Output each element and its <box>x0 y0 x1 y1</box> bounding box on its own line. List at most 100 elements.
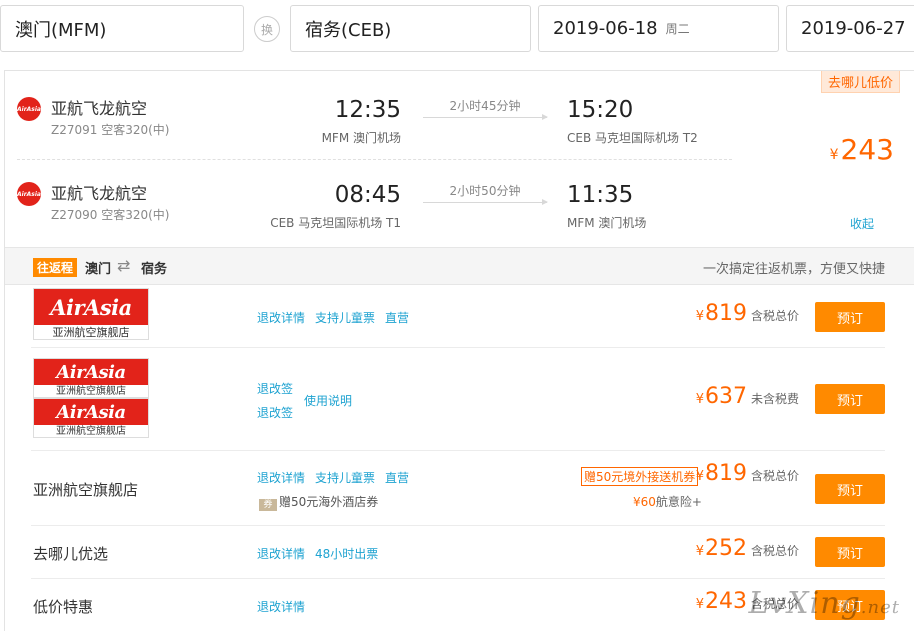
arrow-right-icon <box>423 114 548 120</box>
cheap-price-tag: 去哪儿低价 <box>820 71 900 93</box>
to-city-input[interactable]: 宿务(CEB) <box>290 5 531 52</box>
flight-number: Z27091 空客320(中) <box>51 123 170 137</box>
departure-airport: MFM 澳门机场 <box>321 131 401 145</box>
depart-date-value: 2019-06-18 <box>553 18 658 39</box>
departure-airport: CEB 马克坦国际机场 T1 <box>270 216 401 230</box>
hotel-coupon-text: 赠50元海外酒店券 <box>279 495 379 509</box>
roundtrip-to: 宿务 <box>141 262 168 277</box>
price-note: 含税总价 <box>750 469 799 483</box>
vendor-row: AirAsia 亚洲航空旗舰店 退改详情 支持儿童票 直营 ¥819 含税总价 预… <box>5 285 914 348</box>
arrival-airport: CEB 马克坦国际机场 T2 <box>567 131 698 145</box>
roundtrip-header: 往返程 澳门 ⇄ 宿务 一次搞定往返机票，方便又快捷 <box>5 247 914 285</box>
vendor-name[interactable]: 去哪儿优选 <box>33 543 108 564</box>
arrival-time: 11:35 <box>567 182 634 208</box>
flight-number: Z27090 空客320(中) <box>51 208 170 222</box>
vendor-name[interactable]: 低价特惠 <box>33 596 93 617</box>
refund-details-link[interactable]: 退改详情 <box>257 598 305 615</box>
currency-symbol: ¥ <box>695 597 704 612</box>
vendor-price: ¥252 含税总价 <box>696 536 799 561</box>
airline-name: 亚航飞龙航空 <box>51 99 148 118</box>
book-button[interactable]: 预订 <box>815 384 885 414</box>
search-bar: 澳门(MFM) 换 宿务(CEB) 2019-06-18 周二 2019-06-… <box>0 0 914 62</box>
child-ticket-link[interactable]: 支持儿童票 <box>315 309 375 326</box>
airline-name: 亚航飞龙航空 <box>51 184 148 203</box>
flight-summary: 去哪儿低价 AirAsia 亚航飞龙航空 Z27091 空客320(中) 12:… <box>5 71 914 247</box>
airasia-logo-text: AirAsia <box>34 399 148 425</box>
currency-symbol: ¥ <box>633 495 641 509</box>
airasia-store-logo: AirAsia 亚洲航空旗舰店 <box>33 398 149 438</box>
swap-icon: 换 <box>260 22 273 37</box>
refund-link[interactable]: 退改签 <box>257 404 293 421</box>
refund-details-link[interactable]: 退改详情 <box>257 469 305 486</box>
direct-sale-link[interactable]: 直营 <box>385 469 409 486</box>
collapse-link[interactable]: 收起 <box>850 215 874 232</box>
airasia-logo-text: AirAsia <box>34 359 148 385</box>
vendor-price-value: 819 <box>704 461 747 486</box>
from-city-value: 澳门(MFM) <box>15 19 107 41</box>
book-button[interactable]: 预订 <box>815 302 885 332</box>
hotel-coupon: 券赠50元海外酒店券 <box>259 493 378 511</box>
vendor-price-value: 252 <box>704 536 747 561</box>
flight-result-card: 去哪儿低价 AirAsia 亚航飞龙航空 Z27091 空客320(中) 12:… <box>4 70 914 631</box>
currency-symbol: ¥ <box>695 469 704 484</box>
roundtrip-from: 澳门 <box>85 262 112 277</box>
price-note: 含税总价 <box>750 309 799 323</box>
price-note: 未含税费 <box>750 392 799 406</box>
return-date-value: 2019-06-27 <box>801 18 906 39</box>
return-date-input[interactable]: 2019-06-27 周四 <box>786 5 914 52</box>
vendor-name[interactable]: 亚洲航空旗舰店 <box>33 479 138 500</box>
watermark-text: LvXing <box>748 586 861 621</box>
vendor-row: AirAsia 亚洲航空旗舰店 AirAsia 亚洲航空旗舰店 退改签 退改签 … <box>5 348 914 451</box>
refund-details-link[interactable]: 退改详情 <box>257 545 305 562</box>
to-city-value: 宿务(CEB) <box>305 19 392 41</box>
airasia-logo-caption: 亚洲航空旗舰店 <box>56 386 126 397</box>
airasia-logo-caption: 亚洲航空旗舰店 <box>52 326 130 339</box>
depart-weekday: 周二 <box>665 22 690 36</box>
vendor-price-value: 637 <box>704 384 747 409</box>
vendor-price-value: 243 <box>704 589 747 614</box>
depart-date-input[interactable]: 2019-06-18 周二 <box>538 5 779 52</box>
book-button[interactable]: 预订 <box>815 537 885 567</box>
watermark-suffix: .net <box>860 597 900 618</box>
swap-cities-button[interactable]: 换 <box>254 16 280 42</box>
lowest-price: ¥243 <box>830 133 894 166</box>
vendor-price: ¥637 未含税费 <box>696 384 799 409</box>
refund-link[interactable]: 退改签 <box>257 380 293 397</box>
airasia-store-logo: AirAsia 亚洲航空旗舰店 <box>33 358 149 398</box>
site-watermark: LvXing.net <box>748 586 900 621</box>
usage-instructions-link[interactable]: 使用说明 <box>304 392 352 409</box>
currency-symbol: ¥ <box>695 392 704 407</box>
insurance-price: 60 <box>640 495 656 509</box>
child-ticket-link[interactable]: 支持儿童票 <box>315 469 375 486</box>
currency-symbol: ¥ <box>695 309 704 324</box>
airasia-logo-caption: 亚洲航空旗舰店 <box>56 426 126 437</box>
airasia-logo-icon: AirAsia <box>17 182 41 206</box>
roundtrip-badge: 往返程 <box>33 258 78 277</box>
refund-details-link[interactable]: 退改详情 <box>257 309 305 326</box>
arrow-right-icon <box>423 199 548 205</box>
airasia-store-logo: AirAsia 亚洲航空旗舰店 <box>33 288 149 340</box>
coupon-icon: 券 <box>259 499 277 511</box>
flight-divider <box>17 159 732 160</box>
arrival-airport: MFM 澳门机场 <box>567 216 647 230</box>
outbound-flight: AirAsia 亚航飞龙航空 Z27091 空客320(中) 12:35 MFM… <box>5 83 735 163</box>
departure-time: 12:35 <box>334 97 401 123</box>
price-note: 含税总价 <box>750 544 799 558</box>
vendor-price: ¥819 含税总价 <box>696 301 799 326</box>
vendor-price: ¥819 含税总价 <box>696 461 799 486</box>
currency-symbol: ¥ <box>695 544 704 559</box>
return-flight: AirAsia 亚航飞龙航空 Z27090 空客320(中) 08:45 CEB… <box>5 168 735 248</box>
direct-sale-link[interactable]: 直营 <box>385 309 409 326</box>
lowest-price-value: 243 <box>840 133 894 166</box>
from-city-input[interactable]: 澳门(MFM) <box>0 5 244 52</box>
departure-time: 08:45 <box>334 182 401 208</box>
arrival-time: 15:20 <box>567 97 634 123</box>
vendor-price-value: 819 <box>704 301 747 326</box>
vendor-row: 亚洲航空旗舰店 退改详情 支持儿童票 直营 券赠50元海外酒店券 赠50元境外接… <box>5 451 914 526</box>
issue-48h-link[interactable]: 48小时出票 <box>315 545 378 562</box>
currency-symbol: ¥ <box>829 147 839 163</box>
roundtrip-tip: 一次搞定往返机票，方便又快捷 <box>702 262 885 277</box>
transfer-promo-badge: 赠50元境外接送机券 <box>581 467 699 486</box>
book-button[interactable]: 预订 <box>815 474 885 504</box>
vendor-row: 去哪儿优选 退改详情 48小时出票 ¥252 含税总价 预订 <box>5 526 914 579</box>
